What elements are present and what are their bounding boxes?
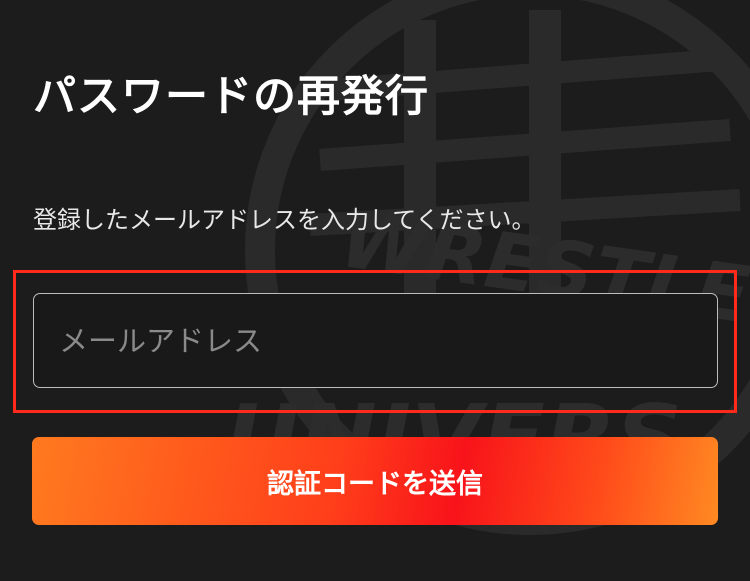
email-field[interactable] bbox=[33, 293, 718, 388]
page-title: パスワードの再発行 bbox=[33, 72, 429, 122]
instruction-text: 登録したメールアドレスを入力してください。 bbox=[33, 206, 536, 234]
send-code-button[interactable]: 認証コードを送信 bbox=[32, 437, 718, 525]
